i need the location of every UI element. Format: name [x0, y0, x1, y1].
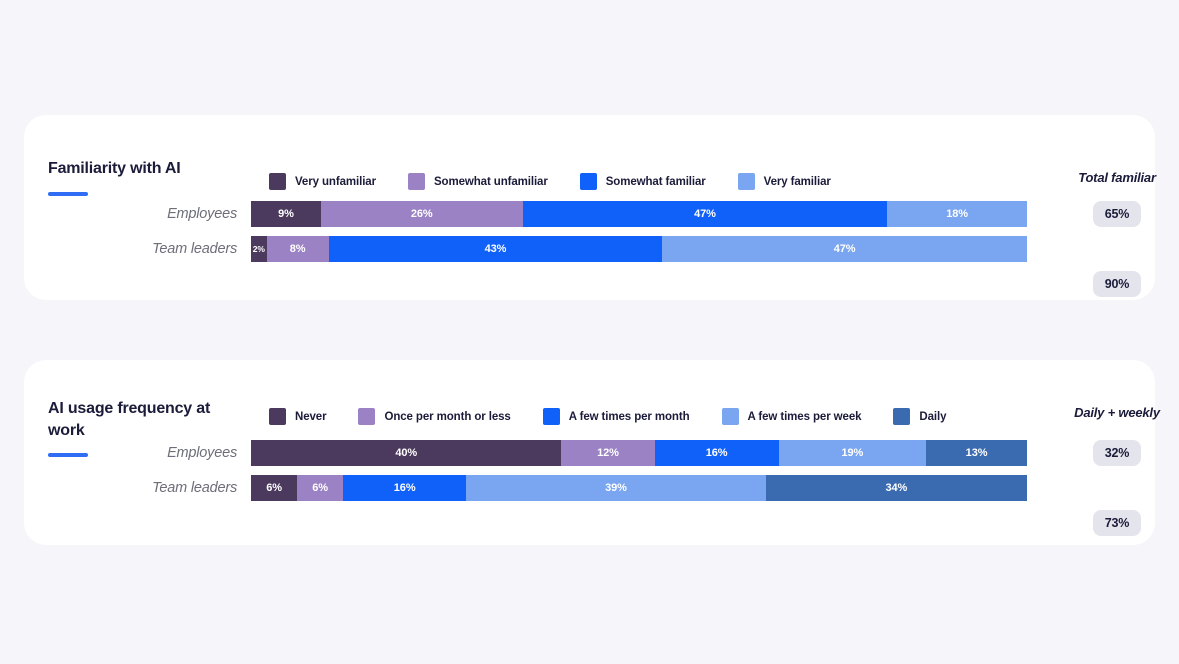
stacked-bar: 6% 6% 16% 39% 34% [251, 475, 1027, 501]
legend-item[interactable]: A few times per month [543, 408, 690, 425]
chart-row: Employees 40% 12% 16% 19% 13% 32% [24, 440, 1155, 466]
legend-item[interactable]: Daily [893, 408, 946, 425]
bar-segment[interactable]: 39% [466, 475, 766, 501]
bar-segment-value: 18% [946, 208, 968, 220]
bar-segment[interactable]: 40% [251, 440, 561, 466]
legend-item-label: Once per month or less [384, 411, 510, 423]
bar-segment[interactable]: 26% [321, 201, 523, 227]
bar-segment[interactable]: 16% [655, 440, 779, 466]
bar-segment-value: 6% [312, 482, 328, 494]
legend-item-label: Very familiar [764, 176, 831, 188]
bar-segment-value: 34% [886, 482, 908, 494]
status-badge: 32% [1093, 440, 1141, 466]
legend-swatch-icon [738, 173, 755, 190]
legend-swatch-icon [893, 408, 910, 425]
legend-item-label: A few times per month [569, 411, 690, 423]
bar-segment[interactable]: 6% [297, 475, 343, 501]
total-badge-container: 65% [1058, 201, 1176, 227]
legend-item-label: A few times per week [748, 411, 862, 423]
legend-item-label: Somewhat familiar [606, 176, 706, 188]
legend-item[interactable]: Very familiar [738, 173, 831, 190]
title-accent-bar [48, 192, 88, 196]
bar-segment[interactable]: 34% [766, 475, 1027, 501]
bar-segment-value: 26% [411, 208, 433, 220]
bar-segment[interactable]: 2% [251, 236, 267, 262]
chart-card-usage: AI usage frequency at work Never Once per… [24, 360, 1155, 545]
bar-segment-value: 39% [605, 482, 627, 494]
total-column-header: Daily + weekly [1058, 405, 1176, 420]
legend-item-label: Daily [919, 411, 946, 423]
bar-segment-value: 47% [694, 208, 716, 220]
bar-segment[interactable]: 8% [267, 236, 329, 262]
bar-segment-value: 8% [290, 243, 306, 255]
legend-swatch-icon [580, 173, 597, 190]
chart-title: Familiarity with AI [48, 158, 228, 180]
bar-segment-value: 6% [266, 482, 282, 494]
legend-item[interactable]: Never [269, 408, 326, 425]
bar-segment-value: 40% [395, 447, 417, 459]
status-badge: 65% [1093, 201, 1141, 227]
stacked-bar: 9% 26% 47% 18% [251, 201, 1027, 227]
bar-segment-value: 43% [485, 243, 507, 255]
legend-item-label: Very unfamiliar [295, 176, 376, 188]
legend-item[interactable]: Somewhat familiar [580, 173, 706, 190]
legend-swatch-icon [408, 173, 425, 190]
bar-segment-value: 19% [842, 447, 864, 459]
legend-swatch-icon [269, 173, 286, 190]
total-column-header: Total familiar [1058, 170, 1176, 185]
row-category-label: Employees [24, 445, 251, 461]
chart-legend: Very unfamiliar Somewhat unfamiliar Somewh… [269, 173, 863, 190]
bar-segment[interactable]: 18% [887, 201, 1027, 227]
bar-segment[interactable]: 47% [523, 201, 888, 227]
chart-title: AI usage frequency at work [48, 398, 228, 441]
chart-row: Team leaders2%8%43%47%90% [24, 236, 1155, 262]
row-category-label: Team leaders [24, 241, 251, 257]
bar-segment[interactable]: 13% [926, 440, 1027, 466]
chart-row: Employees 9% 26% 47% 18% 65% [24, 201, 1155, 227]
bar-segment[interactable]: 47% [662, 236, 1027, 262]
bar-segment-value: 2% [253, 244, 265, 254]
row-category-label: Employees [24, 206, 251, 222]
total-badge-container: 90% [1058, 271, 1176, 297]
legend-item[interactable]: Once per month or less [358, 408, 510, 425]
status-badge: 73% [1093, 510, 1141, 536]
chart-rows: Employees 9% 26% 47% 18% 65% Team leaders2% 8% 4… [24, 201, 1155, 271]
bar-segment-value: 47% [834, 243, 856, 255]
legend-swatch-icon [358, 408, 375, 425]
bar-segment[interactable]: 12% [561, 440, 654, 466]
bar-segment-value: 16% [706, 447, 728, 459]
bar-segment[interactable]: 9% [251, 201, 321, 227]
bar-segment[interactable]: 16% [343, 475, 466, 501]
chart-title-block: Familiarity with AI [48, 158, 228, 196]
chart-row: Team leaders6%6%16%39%34%73% [24, 475, 1155, 501]
legend-item[interactable]: Somewhat unfamiliar [408, 173, 548, 190]
legend-swatch-icon [543, 408, 560, 425]
stacked-bar: 40% 12% 16% 19% 13% [251, 440, 1027, 466]
bar-segment-value: 16% [394, 482, 416, 494]
chart-rows: Employees40%12%16%19%13%32%Team leaders6… [24, 440, 1155, 510]
bar-segment[interactable]: 19% [779, 440, 926, 466]
total-badge-container: 73% [1058, 510, 1176, 536]
status-badge: 90% [1093, 271, 1141, 297]
bar-segment[interactable]: 43% [329, 236, 663, 262]
total-badge-container: 32% [1058, 440, 1176, 466]
stacked-bar: 2% 8% 43% 47% [251, 236, 1027, 262]
chart-card-familiarity: Familiarity with AI Very unfamiliar Somew… [24, 115, 1155, 300]
legend-swatch-icon [722, 408, 739, 425]
page-root: Familiarity with AI Very unfamiliar Somew… [0, 0, 1179, 664]
bar-segment-value: 13% [966, 447, 988, 459]
bar-segment-value: 12% [597, 447, 619, 459]
row-category-label: Team leaders [24, 480, 251, 496]
legend-item[interactable]: A few times per week [722, 408, 862, 425]
legend-item[interactable]: Very unfamiliar [269, 173, 376, 190]
legend-item-label: Never [295, 411, 326, 423]
legend-swatch-icon [269, 408, 286, 425]
legend-item-label: Somewhat unfamiliar [434, 176, 548, 188]
bar-segment-value: 9% [278, 208, 294, 220]
bar-segment[interactable]: 6% [251, 475, 297, 501]
chart-legend: Never Once per month or less A few times p… [269, 408, 978, 425]
